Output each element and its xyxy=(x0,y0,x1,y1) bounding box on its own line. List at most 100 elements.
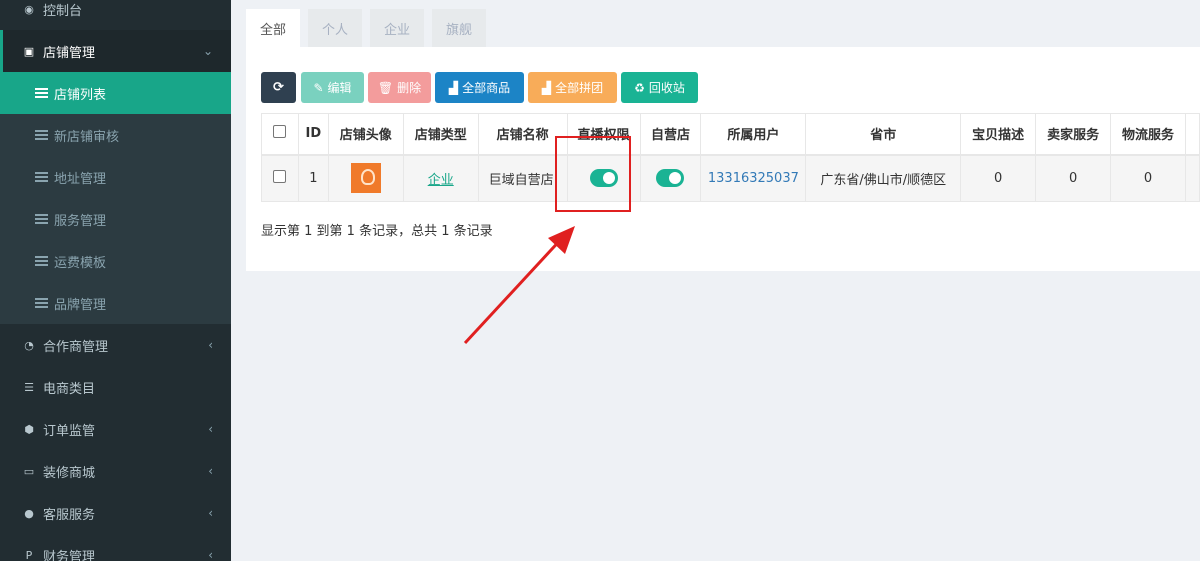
sidebar-item-label: 控制台 xyxy=(43,3,83,19)
column-header-overflow xyxy=(1184,113,1200,156)
chevron-left-icon: ‹ xyxy=(208,338,213,352)
store-type-link[interactable]: 企业 xyxy=(428,173,454,188)
column-header: 宝贝描述 xyxy=(960,113,1037,156)
sidebar-item-partner[interactable]: ◔ 合作商管理 ‹ xyxy=(0,324,231,366)
sidebar-subitem-label: 地址管理 xyxy=(54,171,107,187)
column-header: 卖家服务 xyxy=(1035,113,1112,156)
chevron-left-icon: ‹ xyxy=(208,548,213,561)
sidebar-item-label: 装修商城 xyxy=(43,465,96,481)
sidebar-item-category[interactable]: ☰ 电商类目 xyxy=(0,366,231,408)
column-header[interactable]: ID xyxy=(297,113,329,156)
select-all-checkbox[interactable] xyxy=(273,125,287,139)
sidebar-subitem-label: 新店铺审核 xyxy=(54,129,120,145)
recycle-bin-button-label: 回收站 xyxy=(648,81,685,95)
column-header: 省市 xyxy=(805,113,962,156)
column-header: 店铺头像 xyxy=(327,113,404,156)
order-icon: ⬢ xyxy=(24,422,34,436)
store-avatar xyxy=(350,163,381,194)
list-icon xyxy=(35,256,48,266)
sidebar: ◉ 控制台 ▣ 店铺管理 ⌄ 店铺列表 新店铺审核 地址管理 服务管理 运费模板… xyxy=(0,0,231,561)
owner-user-link[interactable]: 13316325037 xyxy=(708,171,799,186)
overflow-cell xyxy=(1184,154,1200,202)
list-icon xyxy=(35,172,48,182)
sidebar-item-label: 合作商管理 xyxy=(43,339,109,355)
column-header: 所属用户 xyxy=(700,113,807,156)
list-icon xyxy=(35,298,48,308)
sidebar-item-label: 财务管理 xyxy=(43,549,96,561)
all-goods-button[interactable]: ▟ 全部商品 xyxy=(435,72,524,103)
edit-button[interactable]: ✎ 编辑 xyxy=(301,72,364,103)
paypal-icon: P xyxy=(25,548,33,561)
list-icon xyxy=(35,214,48,224)
store-icon: ▣ xyxy=(23,44,35,58)
list-icon xyxy=(35,88,48,98)
store-avatar-cell xyxy=(327,154,404,202)
tab-enterprise[interactable]: 企业 xyxy=(370,9,424,47)
refresh-icon: ⟳ xyxy=(273,80,284,95)
chevron-left-icon: ‹ xyxy=(208,506,213,520)
pagination-info: 显示第 1 到第 1 条记录，总共 1 条记录 xyxy=(261,224,493,239)
chevron-down-icon: ⌄ xyxy=(202,44,213,58)
all-group-buy-button-label: 全部拼团 xyxy=(555,81,604,95)
sidebar-subitem-label: 品牌管理 xyxy=(54,297,107,313)
seller-score: 0 xyxy=(1035,154,1112,202)
sidebar-item-customer-service[interactable]: ● 客服服务 ‹ xyxy=(0,492,231,534)
sidebar-item-order[interactable]: ⬢ 订单监管 ‹ xyxy=(0,408,231,450)
self-operated-cell xyxy=(639,154,702,202)
store-name: 巨域自营店 xyxy=(477,154,568,202)
chevron-left-icon: ‹ xyxy=(208,422,213,436)
select-all-cell xyxy=(261,113,299,156)
row-select-cell xyxy=(261,154,299,202)
category-icon: ☰ xyxy=(24,380,34,394)
sidebar-item-label: 客服服务 xyxy=(43,507,96,523)
monitor-icon: ▭ xyxy=(23,464,35,478)
shopping-bag-icon: ▟ xyxy=(448,80,459,95)
sidebar-subitem-store-list[interactable]: 店铺列表 xyxy=(0,72,231,114)
sidebar-subitem-address[interactable]: 地址管理 xyxy=(0,156,231,198)
annotation-highlight-box xyxy=(555,136,631,212)
all-goods-button-label: 全部商品 xyxy=(462,81,511,95)
sidebar-item-label: 电商类目 xyxy=(43,381,96,397)
chevron-left-icon: ‹ xyxy=(208,464,213,478)
sidebar-subitem-service[interactable]: 服务管理 xyxy=(0,198,231,240)
sidebar-item-store-management[interactable]: ▣ 店铺管理 ⌄ xyxy=(0,30,231,72)
sidebar-subitem-shipping-template[interactable]: 运费模板 xyxy=(0,240,231,282)
recycle-bin-button[interactable]: ♻ 回收站 xyxy=(621,72,698,103)
sidebar-subitem-label: 店铺列表 xyxy=(54,87,107,103)
region: 广东省/佛山市/顺德区 xyxy=(805,154,962,202)
shopping-bag-icon: ▟ xyxy=(541,80,552,95)
column-header: 物流服务 xyxy=(1110,113,1186,156)
sidebar-subitem-new-store-review[interactable]: 新店铺审核 xyxy=(0,114,231,156)
tab-flagship[interactable]: 旗舰 xyxy=(432,9,486,47)
sidebar-subitem-label: 运费模板 xyxy=(54,255,107,271)
sidebar-item-finance[interactable]: P 财务管理 ‹ xyxy=(0,534,231,561)
sidebar-item-decoration[interactable]: ▭ 装修商城 ‹ xyxy=(0,450,231,492)
table-row: 1 企业 巨域自营店 13316325037 广东省/佛山市/顺德区 0 0 0 xyxy=(261,154,1200,202)
table-header-row: ID 店铺头像 店铺类型 店铺名称 直播权限 自营店 所属用户 省市 宝贝描述 … xyxy=(261,113,1200,156)
tab-all[interactable]: 全部 xyxy=(246,9,300,47)
logistics-score: 0 xyxy=(1110,154,1186,202)
tab-personal[interactable]: 个人 xyxy=(308,9,362,47)
partner-icon: ◔ xyxy=(24,338,34,352)
sidebar-subitem-brand[interactable]: 品牌管理 xyxy=(0,282,231,324)
all-group-buy-button[interactable]: ▟ 全部拼团 xyxy=(528,72,617,103)
sidebar-item-label: 店铺管理 xyxy=(43,45,96,61)
sidebar-item-dashboard[interactable]: ◉ 控制台 xyxy=(0,0,231,30)
tab-bar: 全部 个人 企业 旗舰 xyxy=(246,0,1200,47)
refresh-button[interactable]: ⟳ xyxy=(261,72,296,103)
row-checkbox[interactable] xyxy=(273,169,287,183)
chat-icon: ● xyxy=(24,506,34,520)
sidebar-item-label: 订单监管 xyxy=(43,423,96,439)
delete-button[interactable]: 🗑 删除 xyxy=(368,72,431,103)
pencil-icon: ✎ xyxy=(313,80,324,95)
store-id: 1 xyxy=(297,154,329,202)
list-icon xyxy=(35,130,48,140)
sidebar-subitem-label: 服务管理 xyxy=(54,213,107,229)
active-indicator xyxy=(0,30,3,72)
delete-button-label: 删除 xyxy=(397,81,422,95)
column-header: 店铺名称 xyxy=(477,113,568,156)
trash-icon: 🗑 xyxy=(377,80,394,95)
self-operated-toggle[interactable] xyxy=(656,169,685,188)
desc-score: 0 xyxy=(960,154,1037,202)
user-cell: 13316325037 xyxy=(700,154,807,202)
